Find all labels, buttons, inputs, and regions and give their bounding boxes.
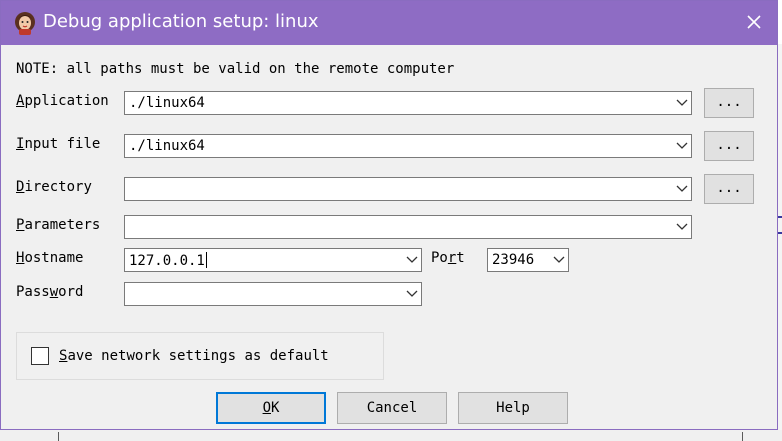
background-divider-left (58, 432, 59, 441)
application-label: Application (16, 93, 109, 109)
network-settings-group: Save network settings as default (16, 332, 384, 380)
input-file-value: ./linux64 (129, 138, 205, 154)
chevron-down-icon (553, 256, 565, 263)
chevron-down-icon (676, 223, 688, 230)
directory-combobox[interactable] (124, 177, 692, 201)
save-settings-checkbox[interactable] (31, 347, 49, 365)
hostname-value: 127.0.0.1 (129, 252, 207, 269)
ok-button[interactable]: OK (216, 392, 326, 424)
background-divider-right (742, 432, 743, 441)
directory-label: Directory (16, 179, 92, 195)
chevron-down-icon (676, 99, 688, 106)
title-bar[interactable]: Debug application setup: linux (1, 1, 777, 45)
parameters-combobox[interactable] (124, 215, 692, 239)
close-button[interactable] (737, 7, 771, 39)
application-browse-button[interactable]: ... (704, 88, 754, 118)
hostname-combobox[interactable]: 127.0.0.1 (124, 248, 422, 272)
port-combobox[interactable]: 23946 (487, 248, 569, 272)
note-text: NOTE: all paths must be valid on the rem… (16, 61, 455, 77)
application-value: ./linux64 (129, 95, 205, 111)
chevron-down-icon (676, 185, 688, 192)
input-file-browse-button[interactable]: ... (704, 131, 754, 161)
background-window-bottom (0, 430, 782, 441)
input-file-label: Input file (16, 136, 101, 152)
parameters-label: Parameters (16, 217, 101, 233)
window-title: Debug application setup: linux (43, 11, 319, 32)
chevron-down-icon (406, 290, 418, 297)
directory-browse-button[interactable]: ... (704, 174, 754, 204)
text-caret (205, 252, 207, 268)
port-label: Port (431, 250, 465, 266)
port-value: 23946 (492, 252, 535, 268)
background-window-edge (778, 44, 782, 441)
hostname-label: Hostname (16, 250, 84, 266)
password-combobox[interactable] (124, 282, 422, 306)
save-settings-label[interactable]: Save network settings as default (59, 348, 329, 364)
help-button[interactable]: Help (458, 392, 568, 424)
debug-setup-dialog: Debug application setup: linux NOTE: all… (0, 0, 778, 430)
app-icon (12, 10, 38, 36)
password-label: Password (16, 284, 84, 300)
close-icon (747, 15, 761, 29)
input-file-combobox[interactable]: ./linux64 (124, 134, 692, 158)
chevron-down-icon (406, 256, 418, 263)
application-combobox[interactable]: ./linux64 (124, 91, 692, 115)
chevron-down-icon (676, 142, 688, 149)
cancel-button[interactable]: Cancel (337, 392, 447, 424)
